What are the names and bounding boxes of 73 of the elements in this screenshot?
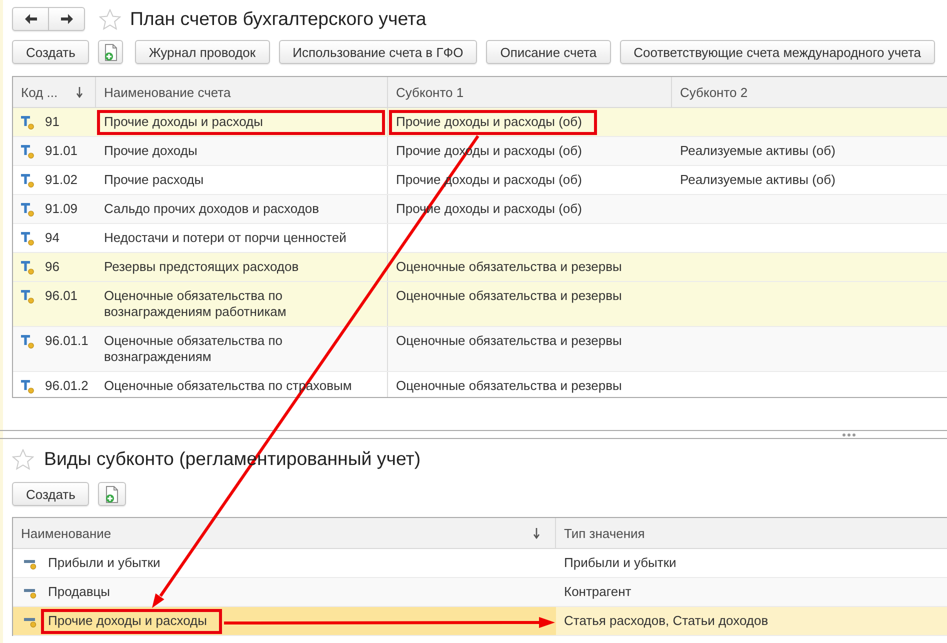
toolbar-button[interactable]: Журнал проводок	[134, 40, 270, 64]
t-dot-icon	[21, 231, 34, 246]
account-name: Недостачи и потери от порчи ценностей	[104, 230, 346, 246]
t-dot-icon	[21, 115, 34, 130]
star-icon[interactable]	[99, 8, 121, 30]
subconto-value: Оценочные обязательства и резервы	[396, 333, 622, 349]
subconto-value: Оценочные обязательства и резервы	[396, 378, 622, 394]
table-row[interactable]: 96 Резервы предстоящих расходов Оценочные обязательства и резервы	[13, 253, 947, 282]
account-code: 94	[45, 230, 60, 246]
bar-dot-icon	[24, 587, 37, 599]
t-dot-icon	[21, 260, 34, 275]
table-row[interactable]: 96.01 Оценочные обязательства по вознаграждениям работникам Оценочные обязательства и резервы	[13, 282, 947, 327]
forward-button[interactable]	[49, 7, 85, 31]
subconto-value: Прочие доходы и расходы (об)	[396, 114, 582, 129]
account-code: 96	[45, 259, 60, 275]
account-code: 96.01.1	[45, 333, 88, 349]
add-document-button[interactable]	[98, 482, 126, 506]
account-code: 96.01	[45, 288, 78, 304]
table-row[interactable]: Прочие доходы и расходы Статья расходов, Статьи доходов	[13, 607, 947, 636]
value-type: Контрагент	[564, 584, 632, 600]
value-type: Прибыли и убытки	[564, 555, 676, 571]
t-dot-icon	[21, 202, 34, 217]
grip-dots-icon[interactable]	[842, 432, 856, 436]
column-header[interactable]: Субконто 1	[388, 77, 672, 107]
account-code: 96.01.2	[45, 378, 88, 394]
toolbar-button[interactable]: Описание счета	[486, 40, 611, 64]
table-row[interactable]: Продавцы Контрагент	[13, 578, 947, 607]
t-dot-icon	[21, 379, 34, 394]
toolbar-button[interactable]: Создать	[12, 40, 90, 64]
subconto-kind-name: Прочие доходы и расходы	[48, 613, 207, 628]
t-dot-icon	[21, 144, 34, 159]
account-name: Оценочные обязательства по вознаграждениям	[104, 333, 284, 365]
account-code: 91.01	[45, 143, 78, 159]
panel-title: План счетов бухгалтерского учета	[130, 8, 426, 30]
subconto-value: Реализуемые активы (об)	[680, 143, 836, 159]
star-icon[interactable]	[12, 448, 34, 470]
add-document-button[interactable]	[98, 40, 123, 64]
subconto-value: Реализуемые активы (об)	[680, 172, 836, 188]
document-plus-icon	[104, 44, 118, 60]
toolbar-button[interactable]: Использование счета в ГФО	[278, 40, 478, 64]
column-header[interactable]: Код ...	[13, 77, 96, 107]
back-button[interactable]	[12, 7, 49, 31]
account-name: Оценочные обязательства по вознаграждениям работникам	[104, 288, 288, 320]
arrow-left-icon	[24, 14, 36, 24]
bar-dot-icon	[24, 558, 37, 570]
account-name: Резервы предстоящих расходов	[104, 259, 299, 275]
toolbar-button[interactable]: Создать	[12, 482, 90, 506]
table-row[interactable]: 91 Прочие доходы и расходы Прочие доходы и расходы (об)	[13, 108, 947, 137]
subconto-kind-name: Продавцы	[48, 584, 110, 600]
column-header[interactable]: Тип значения	[556, 518, 947, 548]
subconto-value: Оценочные обязательства и резервы	[396, 288, 622, 304]
bar-dot-icon	[24, 616, 37, 628]
t-dot-icon	[21, 334, 34, 349]
table-row[interactable]: 96.01.1 Оценочные обязательства по вознаграждениям Оценочные обязательства и резервы	[13, 327, 947, 372]
account-name: Прочие доходы и расходы	[104, 114, 263, 129]
column-header[interactable]: Субконто 2	[672, 77, 947, 107]
t-dot-icon	[21, 289, 34, 304]
t-dot-icon	[21, 173, 34, 188]
column-header[interactable]: Наименование счета	[96, 77, 388, 107]
toolbar-button[interactable]: Соответствующие счета международного учета	[620, 40, 935, 64]
table-row[interactable]: 94 Недостачи и потери от порчи ценностей	[13, 224, 947, 253]
arrow-right-icon	[60, 14, 72, 24]
account-code: 91	[45, 114, 60, 130]
value-type: Статья расходов, Статьи доходов	[564, 613, 768, 629]
subconto-kind-name: Прибыли и убытки	[48, 555, 160, 571]
account-code: 91.02	[45, 172, 78, 188]
account-name: Сальдо прочих доходов и расходов	[104, 201, 320, 217]
account-name: Прочие доходы	[104, 143, 198, 159]
column-header[interactable]: Наименование	[13, 518, 556, 548]
subconto-value: Оценочные обязательства и резервы	[396, 259, 622, 275]
account-name: Прочие расходы	[104, 172, 204, 188]
account-code: 91.09	[45, 201, 78, 217]
document-plus-icon	[105, 486, 120, 502]
